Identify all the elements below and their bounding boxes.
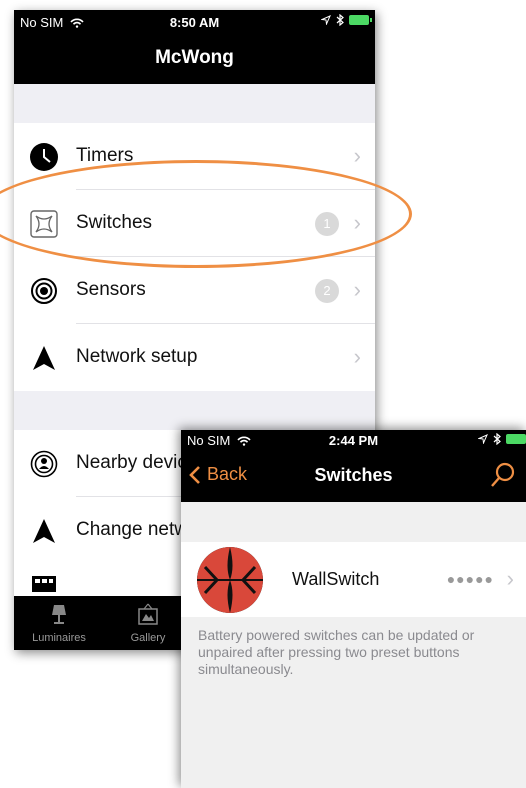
lamp-icon [52, 605, 66, 624]
status-bar: No SIM 2:44 PM [181, 430, 526, 450]
section-spacer [14, 84, 375, 123]
status-time: 2:44 PM [328, 433, 379, 448]
wallswitch-logo-icon [197, 547, 263, 613]
change-network-icon [33, 519, 55, 543]
location-arrow-icon [321, 15, 331, 25]
battery-icon [349, 15, 372, 25]
sensor-icon [31, 278, 57, 304]
page-title: McWong [155, 47, 234, 68]
signal-dots: ●●●●● [446, 571, 494, 587]
menu-item-label: Change netw [76, 519, 188, 540]
bluetooth-icon [493, 433, 501, 445]
gallery-icon [138, 603, 158, 625]
section-spacer [14, 391, 375, 430]
device-name: WallSwitch [292, 569, 380, 589]
tab-label: Luminaires [32, 632, 86, 644]
battery-icon [506, 434, 526, 444]
page-title: Switches [314, 465, 393, 485]
status-right-icons [478, 433, 526, 445]
tab-luminaires[interactable]: Luminaires [24, 603, 94, 644]
clock-icon [30, 143, 58, 171]
navigation-bar: Back Switches [181, 450, 526, 502]
nearby-device-icon [30, 450, 58, 478]
chevron-right-icon: › [506, 566, 514, 591]
grid-icon [32, 576, 56, 592]
highlight-ellipse [0, 160, 412, 268]
menu-item-label: Nearby devic [76, 452, 187, 473]
chevron-right-icon: › [353, 143, 361, 168]
bluetooth-icon [336, 14, 344, 26]
navigation-bar: McWong [14, 32, 375, 84]
help-text: Battery powered switches can be updated … [198, 627, 475, 677]
chevron-right-icon: › [353, 277, 361, 302]
menu-item-label: Sensors [76, 279, 146, 300]
tab-gallery[interactable]: Gallery [122, 603, 174, 644]
location-arrow-icon [478, 434, 488, 444]
status-bar: No SIM 8:50 AM [14, 10, 375, 32]
status-right-icons [321, 14, 372, 26]
menu-item-label: Network setup [76, 346, 198, 367]
menu-item-network-setup[interactable]: Network setup › [14, 324, 375, 391]
phone-screen-switches: No SIM 2:44 PM Back Switches WallSwitch … [181, 430, 526, 788]
tab-label: Gallery [130, 632, 166, 644]
count-badge: 2 [315, 279, 339, 303]
network-icon [33, 346, 55, 370]
device-avatar-icon [197, 547, 263, 613]
switch-list-item[interactable]: WallSwitch ●●●●● › [181, 542, 526, 617]
chevron-right-icon: › [353, 344, 361, 369]
search-icon[interactable] [490, 462, 516, 488]
